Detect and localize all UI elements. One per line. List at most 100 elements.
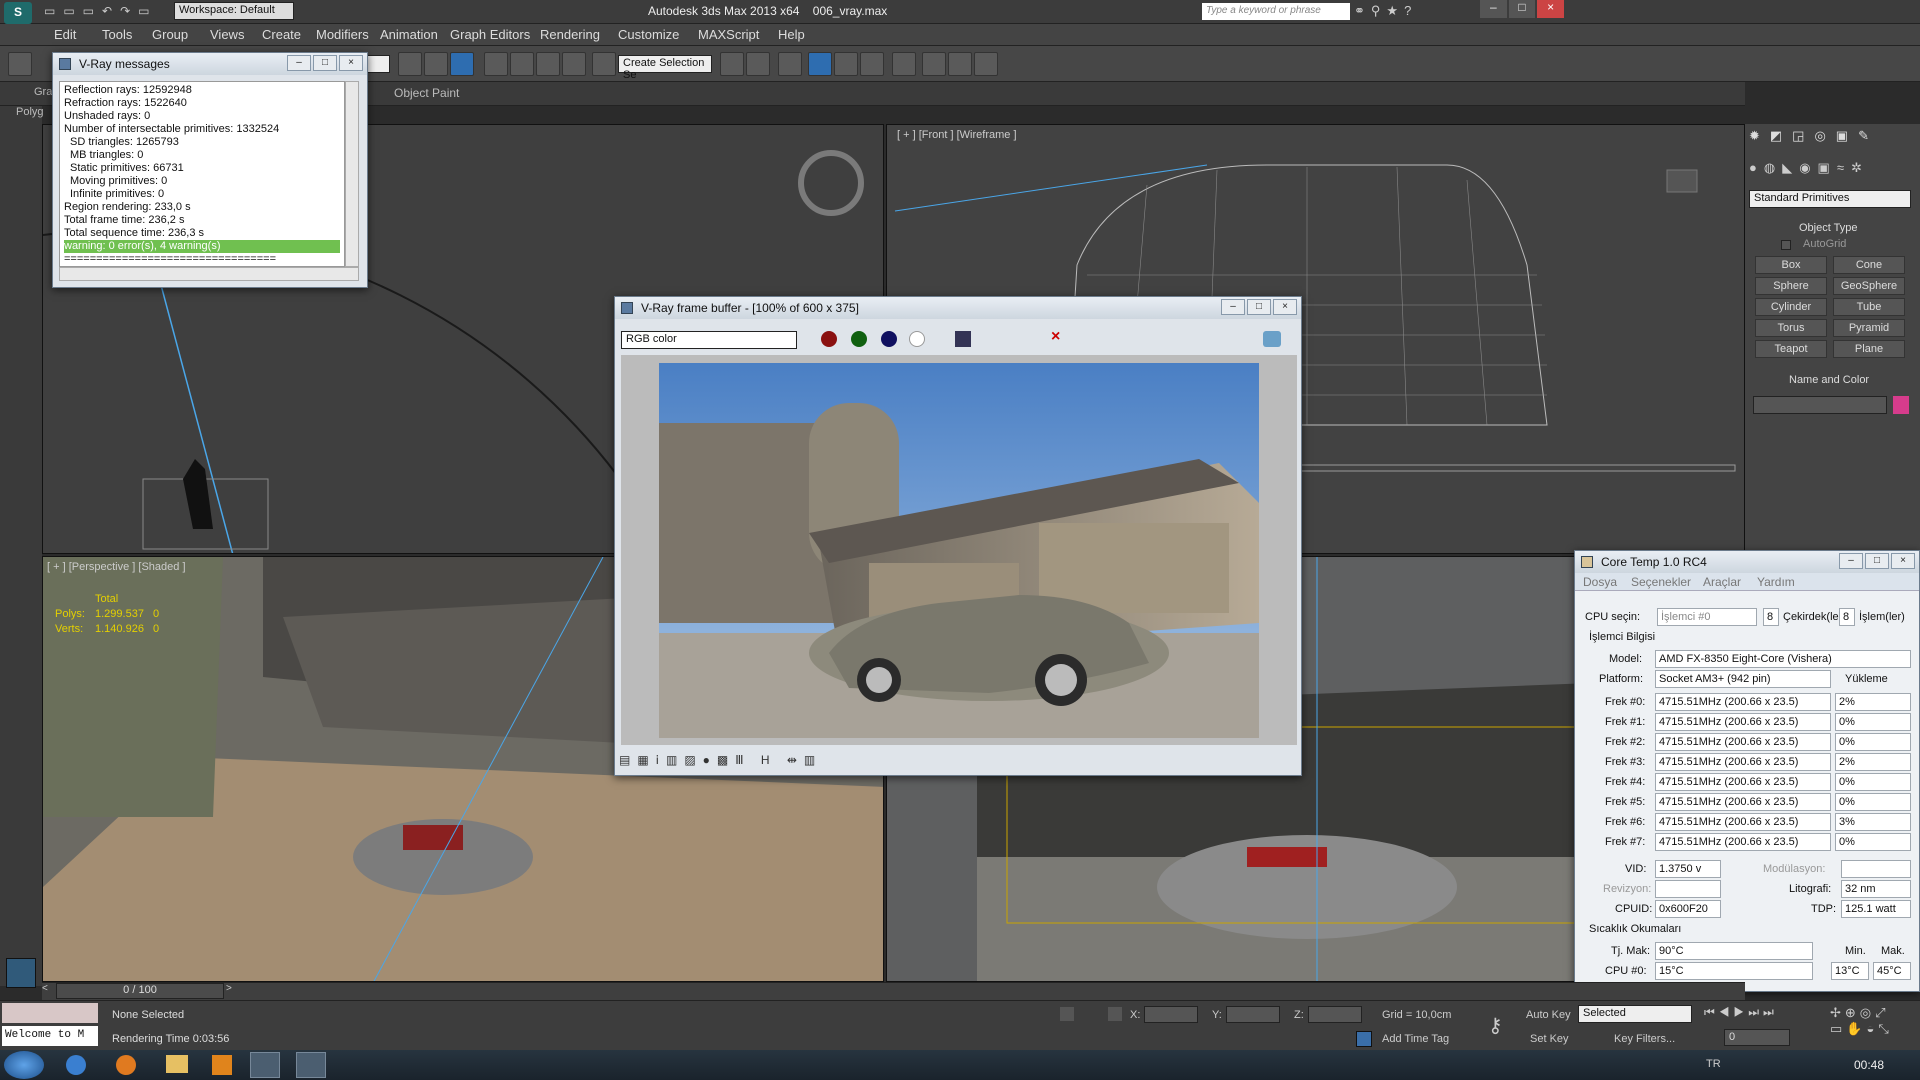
perspective-viewport-label[interactable]: [ + ] [Perspective ] [Shaded ] bbox=[47, 561, 186, 573]
ie-taskbar-icon[interactable] bbox=[66, 1055, 86, 1075]
create-cone-button[interactable]: Cone bbox=[1833, 256, 1905, 274]
primitive-type-dropdown[interactable]: Standard Primitives bbox=[1749, 190, 1911, 208]
maxscript-input[interactable]: Welcome to M bbox=[2, 1026, 98, 1046]
angle-snap-icon[interactable] bbox=[510, 52, 534, 76]
vray-messages-minimize[interactable]: – bbox=[287, 55, 311, 71]
key-icon[interactable]: ⚷ bbox=[1488, 1013, 1503, 1038]
minimize-button[interactable]: – bbox=[1480, 0, 1507, 18]
coretemp-titlebar[interactable]: Core Temp 1.0 RC4 – □ × bbox=[1575, 551, 1919, 573]
auto-key-button[interactable]: Auto Key bbox=[1526, 1009, 1571, 1021]
create-teapot-button[interactable]: Teapot bbox=[1755, 340, 1827, 358]
menu-options[interactable]: Seçenekler bbox=[1631, 575, 1691, 589]
render-setup-icon[interactable] bbox=[922, 52, 946, 76]
ribbon-tab-polygon[interactable]: Polyg bbox=[16, 106, 44, 118]
rendered-image[interactable] bbox=[659, 363, 1259, 738]
rendered-frame-window-icon[interactable] bbox=[948, 52, 972, 76]
snap-toggle-icon[interactable] bbox=[484, 52, 508, 76]
menu-tools[interactable]: Tools bbox=[102, 27, 132, 42]
object-name-input[interactable] bbox=[1753, 396, 1887, 414]
menu-modifiers[interactable]: Modifiers bbox=[316, 27, 369, 42]
menu-tools[interactable]: Araçlar bbox=[1703, 575, 1741, 589]
app-logo-icon[interactable]: S bbox=[4, 2, 32, 24]
maximize-button[interactable]: □ bbox=[1508, 0, 1536, 18]
maxscript-listener[interactable] bbox=[2, 1003, 98, 1023]
window-controls[interactable]: – □ × bbox=[1480, 0, 1565, 18]
clock[interactable]: 00:48 bbox=[1854, 1058, 1884, 1072]
vfb-channel-dropdown[interactable]: RGB color bbox=[621, 331, 797, 349]
create-tube-button[interactable]: Tube bbox=[1833, 298, 1905, 316]
coretemp-close[interactable]: × bbox=[1891, 553, 1915, 569]
current-frame-input[interactable]: 0 bbox=[1724, 1029, 1790, 1046]
y-coordinate-input[interactable] bbox=[1226, 1006, 1280, 1023]
name-and-color-header[interactable]: Name and Color bbox=[1789, 374, 1869, 386]
cpu-select-dropdown[interactable]: İşlemci #0 bbox=[1657, 608, 1757, 626]
material-editor-icon[interactable] bbox=[892, 52, 916, 76]
timeline-prev-button[interactable]: < bbox=[42, 983, 54, 999]
workspace-dropdown[interactable]: Workspace: Default bbox=[174, 2, 294, 20]
language-indicator[interactable]: TR bbox=[1706, 1058, 1721, 1070]
coretemp-minimize[interactable]: – bbox=[1839, 553, 1863, 569]
explorer-taskbar-icon[interactable] bbox=[166, 1055, 188, 1073]
firefox-taskbar-icon[interactable] bbox=[116, 1055, 136, 1075]
vfb-bottom-toolbar[interactable]: ▤▦ⅰ▥▨●▩Ⅲ H ⇹▥ bbox=[619, 753, 1297, 773]
vfb-titlebar[interactable]: V-Ray frame buffer - [100% of 600 x 375]… bbox=[615, 297, 1301, 319]
save-image-icon[interactable] bbox=[955, 331, 971, 347]
create-torus-button[interactable]: Torus bbox=[1755, 319, 1827, 337]
percent-snap-icon[interactable] bbox=[536, 52, 560, 76]
3dsmax-taskbar-icon[interactable] bbox=[250, 1052, 280, 1078]
create-category-icons[interactable]: ●◍◣◉▣≈✲ bbox=[1749, 160, 1915, 178]
menu-maxscript[interactable]: MAXScript bbox=[698, 27, 759, 42]
create-box-button[interactable]: Box bbox=[1755, 256, 1827, 274]
time-tag-icon[interactable] bbox=[1356, 1031, 1372, 1047]
create-geosphere-button[interactable]: GeoSphere bbox=[1833, 277, 1905, 295]
schematic-view-icon[interactable] bbox=[860, 52, 884, 76]
key-mode-dropdown[interactable]: Selected bbox=[1578, 1005, 1692, 1023]
vray-messages-close[interactable]: × bbox=[339, 55, 363, 71]
autogrid-checkbox[interactable] bbox=[1781, 240, 1791, 250]
spinner-snap-icon[interactable] bbox=[562, 52, 586, 76]
x-coordinate-input[interactable] bbox=[1144, 1006, 1198, 1023]
vray-messages-log[interactable]: Reflection rays: 12592948 Refraction rays… bbox=[59, 81, 345, 267]
coretemp-taskbar-icon[interactable] bbox=[296, 1052, 326, 1078]
align-icon[interactable] bbox=[746, 52, 770, 76]
layer-manager-icon[interactable] bbox=[778, 52, 802, 76]
viewport-layout-icon[interactable] bbox=[6, 958, 36, 988]
select-and-rotate-icon[interactable] bbox=[424, 52, 448, 76]
menu-create[interactable]: Create bbox=[262, 27, 301, 42]
object-type-header[interactable]: Object Type bbox=[1799, 222, 1858, 234]
ribbon-object-paint[interactable]: Object Paint bbox=[394, 86, 459, 100]
menu-customize[interactable]: Customize bbox=[618, 27, 679, 42]
mirror-icon[interactable] bbox=[720, 52, 744, 76]
timeline-next-button[interactable]: > bbox=[226, 983, 238, 999]
vray-messages-window[interactable]: V-Ray messages – □ × Reflection rays: 1259… bbox=[52, 52, 368, 288]
infocenter-icons[interactable]: ⚭⚲★? bbox=[1354, 3, 1417, 19]
coretemp-window[interactable]: Core Temp 1.0 RC4 – □ × Dosya Seçenekler A… bbox=[1574, 550, 1920, 992]
vfb-maximize[interactable]: □ bbox=[1247, 299, 1271, 315]
close-button[interactable]: × bbox=[1537, 0, 1565, 18]
create-cylinder-button[interactable]: Cylinder bbox=[1755, 298, 1827, 316]
z-coordinate-input[interactable] bbox=[1308, 1006, 1362, 1023]
object-color-swatch[interactable] bbox=[1893, 396, 1909, 414]
add-time-tag[interactable]: Add Time Tag bbox=[1382, 1033, 1449, 1045]
use-pivot-icon[interactable] bbox=[450, 52, 474, 76]
clear-image-icon[interactable]: × bbox=[1051, 328, 1060, 346]
menu-file[interactable]: Dosya bbox=[1583, 575, 1617, 589]
create-pyramid-button[interactable]: Pyramid bbox=[1833, 319, 1905, 337]
menu-graph-editors[interactable]: Graph Editors bbox=[450, 27, 530, 42]
edit-named-selection-icon[interactable] bbox=[592, 52, 616, 76]
render-icon[interactable] bbox=[1263, 331, 1281, 347]
create-sphere-button[interactable]: Sphere bbox=[1755, 277, 1827, 295]
time-slider[interactable]: 0 / 100 bbox=[56, 983, 224, 999]
ribbon-tab-graphite[interactable]: Gra bbox=[34, 86, 52, 98]
coretemp-maximize[interactable]: □ bbox=[1865, 553, 1889, 569]
mono-channel-icon[interactable] bbox=[909, 331, 925, 347]
start-button[interactable] bbox=[4, 1051, 44, 1079]
menu-edit[interactable]: Edit bbox=[54, 27, 76, 42]
create-plane-button[interactable]: Plane bbox=[1833, 340, 1905, 358]
vray-messages-scrollbar[interactable] bbox=[345, 81, 359, 267]
set-key-button[interactable]: Set Key bbox=[1530, 1033, 1569, 1045]
blue-channel-icon[interactable] bbox=[881, 331, 897, 347]
media-player-taskbar-icon[interactable] bbox=[212, 1055, 232, 1075]
vray-frame-buffer-window[interactable]: V-Ray frame buffer - [100% of 600 x 375]… bbox=[614, 296, 1302, 776]
green-channel-icon[interactable] bbox=[851, 331, 867, 347]
